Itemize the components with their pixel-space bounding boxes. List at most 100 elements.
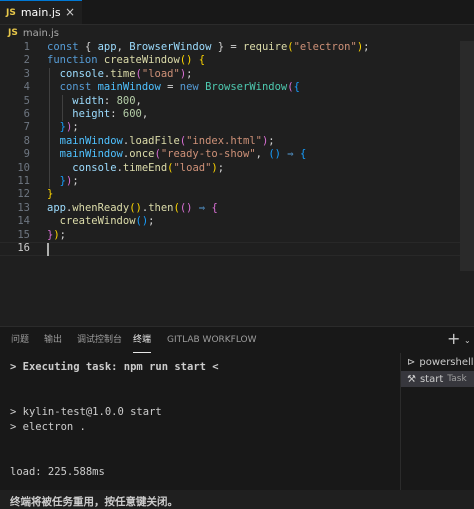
code-token: whenReady (72, 201, 130, 214)
code-token: ; (217, 161, 225, 174)
panel-tab[interactable]: 输出 (44, 327, 62, 353)
code-line[interactable]: 16 (0, 242, 474, 255)
code-token: () (179, 201, 193, 214)
line-number: 14 (17, 215, 30, 228)
line-number: 11 (17, 175, 30, 187)
code-token: new (179, 81, 206, 94)
line-number: 1 (23, 41, 30, 53)
line-number: 8 (23, 134, 30, 147)
terminal-list: ⊳ powershell ⚒ start Task (400, 353, 474, 490)
code-token: console (59, 67, 104, 80)
code-line[interactable]: 12} (0, 188, 474, 201)
terminal-type: Task (447, 374, 467, 384)
code-line[interactable]: 5 width: 800, (0, 95, 474, 108)
terminal-line: > Executing task: npm run start < (10, 361, 219, 373)
code-token: { (198, 54, 206, 67)
code-text: function createWindow() { (47, 54, 205, 67)
code-text: }); (47, 121, 79, 134)
line-number: 12 (17, 188, 30, 201)
code-line[interactable]: 10 console.timeEnd("load"); (0, 162, 474, 175)
code-editor[interactable]: 1 const { app, BrowserWindow } = require(… (0, 41, 474, 318)
panel-tab[interactable]: 问题 (11, 327, 29, 353)
code-line[interactable]: 3 console.time("load"); (0, 68, 474, 81)
code-token: function (47, 54, 104, 67)
code-line[interactable]: 14 createWindow(); (0, 215, 474, 228)
code-text: mainWindow.loadFile("index.html"); (47, 135, 275, 148)
code-line[interactable]: 15}); (0, 229, 474, 242)
code-token: , (135, 94, 142, 107)
code-token: "load" (173, 161, 212, 174)
indent-guide (49, 67, 50, 189)
code-token: mainWindow (59, 134, 123, 147)
bottom-panel: 问题 输出 调试控制台 终端 GITLAB WORKFLOW + ⌄ > Executi… (0, 326, 474, 508)
code-line[interactable]: 1 const { app, BrowserWindow } = require(… (0, 41, 474, 54)
code-token: timeEnd (122, 161, 168, 174)
code-token: { (211, 201, 218, 214)
code-line[interactable]: 13 app.whenReady().then(() ⇒ { (0, 202, 474, 215)
code-token: { (293, 81, 300, 94)
breadcrumb: JS main.js (0, 25, 474, 41)
code-token: = (160, 81, 180, 94)
code-line[interactable]: 4 const mainWindow = new BrowserWindow({ (0, 81, 474, 94)
panel-tab[interactable]: 终端 (133, 327, 152, 353)
panel-tab[interactable]: 调试控制台 (77, 327, 122, 353)
code-line[interactable]: 7 }); (0, 121, 474, 134)
line-number: 10 (17, 161, 30, 174)
code-token: time (110, 67, 136, 80)
code-token: once (129, 148, 155, 161)
terminal-list-item[interactable]: ⚒ start Task (401, 371, 474, 387)
code-token: } = (211, 41, 244, 53)
tab-label: main.js (20, 6, 61, 19)
code-token: "ready-to-show" (160, 148, 256, 161)
code-token: , (116, 41, 130, 53)
code-line[interactable]: 6 height: 600, (0, 108, 474, 121)
code-token: const (47, 41, 85, 53)
code-token: "load" (141, 67, 180, 80)
terminal-line: > kylin-test@1.0.0 start (10, 406, 162, 418)
code-token: loadFile (129, 134, 180, 147)
code-text: } (47, 188, 53, 201)
code-token: ; (363, 41, 370, 53)
chevron-down-icon[interactable]: ⌄ (464, 336, 471, 345)
code-token: : (103, 94, 117, 107)
indent-guide (62, 94, 63, 122)
line-number: 15 (17, 228, 30, 241)
code-token: () (135, 215, 149, 228)
code-text: }); (47, 175, 79, 188)
terminal-name: start (419, 373, 444, 385)
tab-main-js[interactable]: JS main.js × (0, 0, 82, 24)
terminal-line: load: 225.588ms (10, 466, 105, 478)
terminal-icon: ⊳ (407, 356, 416, 368)
breadcrumb-file[interactable]: main.js (23, 28, 59, 39)
code-line[interactable]: 9 mainWindow.once("ready-to-show", () ⇒ … (0, 148, 474, 161)
code-text: }); (47, 229, 66, 242)
editor-scrollbar[interactable] (460, 41, 474, 271)
code-line[interactable]: 8 mainWindow.loadFile("index.html"); (0, 135, 474, 148)
terminal-list-item[interactable]: ⊳ powershell (401, 354, 474, 370)
panel-tab[interactable]: GITLAB WORKFLOW (167, 327, 257, 353)
code-token: app (47, 201, 66, 214)
code-token: () (129, 201, 142, 214)
code-line[interactable]: 2 function createWindow() { (0, 54, 474, 67)
code-token: mainWindow (59, 148, 123, 161)
panel-tab-bar: 问题 输出 调试控制台 终端 GITLAB WORKFLOW (0, 327, 474, 353)
code-token: "index.html" (186, 134, 262, 147)
add-terminal-icon[interactable]: + (447, 329, 460, 348)
code-token: const (59, 81, 98, 94)
close-icon[interactable]: × (64, 6, 76, 18)
line-number: 7 (23, 121, 30, 134)
code-token: createWindow (59, 215, 136, 228)
code-token: height (72, 108, 111, 120)
code-line[interactable]: 11 }); (0, 175, 474, 188)
text-cursor (47, 242, 49, 256)
code-token: () (179, 54, 193, 67)
code-token: ; (72, 121, 79, 134)
code-token: ; (59, 228, 66, 241)
code-text: console.timeEnd("load"); (47, 162, 224, 175)
code-token: width (72, 94, 104, 107)
code-text: createWindow(); (47, 215, 155, 228)
